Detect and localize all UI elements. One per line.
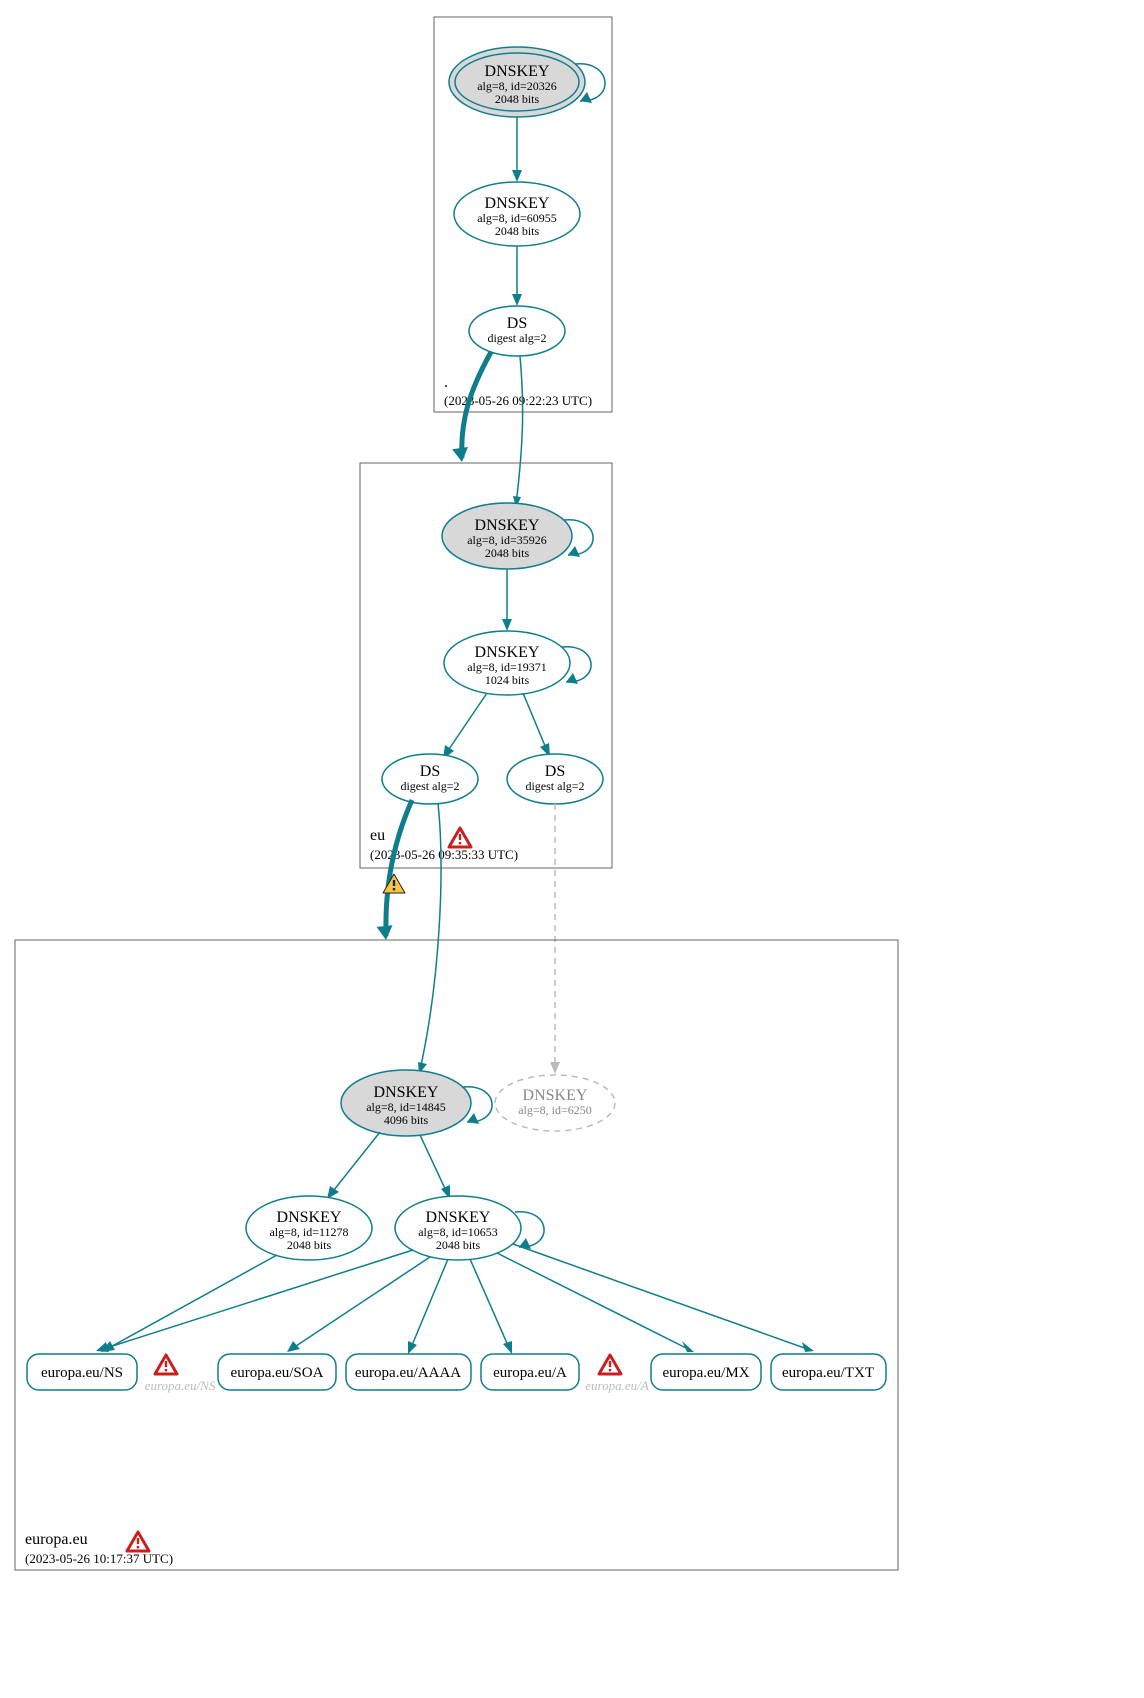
rrset-soa: europa.eu/SOA xyxy=(218,1354,336,1390)
warning-icon xyxy=(127,1532,149,1551)
svg-text:alg=8, id=14845: alg=8, id=14845 xyxy=(366,1100,446,1114)
zone-eu: eu (2023-05-26 09:35:33 UTC) DNSKEY alg=… xyxy=(360,463,612,868)
node-root-ksk-title: DNSKEY xyxy=(485,63,550,80)
svg-text:alg=8, id=10653: alg=8, id=10653 xyxy=(418,1225,498,1239)
rrset-ns: europa.eu/NS xyxy=(27,1354,137,1390)
svg-text:alg=8, id=19371: alg=8, id=19371 xyxy=(467,660,547,674)
svg-text:DNSKEY: DNSKEY xyxy=(485,195,550,212)
zone-europa-eu: europa.eu (2023-05-26 10:17:37 UTC) DNSK… xyxy=(15,940,898,1570)
svg-text:alg=8, id=20326: alg=8, id=20326 xyxy=(477,79,557,93)
node-europa-ghost: DNSKEY alg=8, id=6250 xyxy=(495,1075,615,1131)
svg-text:DNSKEY: DNSKEY xyxy=(523,1087,588,1104)
rrset-ghost-ns: europa.eu/NS xyxy=(145,1378,216,1393)
svg-text:digest alg=2: digest alg=2 xyxy=(400,779,459,793)
rrset-aaaa: europa.eu/AAAA xyxy=(346,1354,471,1390)
svg-text:europa.eu/AAAA: europa.eu/AAAA xyxy=(355,1365,461,1381)
node-europa-ksk: DNSKEY alg=8, id=14845 4096 bits xyxy=(341,1070,471,1136)
zone-eu-name: eu xyxy=(370,827,385,844)
svg-text:europa.eu/TXT: europa.eu/TXT xyxy=(782,1365,874,1381)
svg-text:alg=8, id=35926: alg=8, id=35926 xyxy=(467,533,547,547)
node-eu-zsk: DNSKEY alg=8, id=19371 1024 bits xyxy=(444,631,570,695)
warning-icon xyxy=(599,1355,621,1374)
svg-text:2048 bits: 2048 bits xyxy=(495,92,540,106)
rrset-mx: europa.eu/MX xyxy=(651,1354,761,1390)
node-eu-ds2: DS digest alg=2 xyxy=(507,754,603,804)
zone-europa-time: (2023-05-26 10:17:37 UTC) xyxy=(25,1551,173,1566)
node-eu-ds1: DS digest alg=2 xyxy=(382,754,478,804)
svg-text:DNSKEY: DNSKEY xyxy=(475,644,540,661)
node-root-zsk: DNSKEY alg=8, id=60955 2048 bits xyxy=(454,182,580,246)
node-europa-zsk2: DNSKEY alg=8, id=10653 2048 bits xyxy=(395,1196,521,1260)
zone-europa-name: europa.eu xyxy=(25,1531,88,1548)
svg-text:2048 bits: 2048 bits xyxy=(287,1238,332,1252)
node-root-ds: DS digest alg=2 xyxy=(469,306,565,356)
rrset-a: europa.eu/A xyxy=(481,1354,579,1390)
svg-text:2048 bits: 2048 bits xyxy=(495,224,540,238)
svg-text:europa.eu/SOA: europa.eu/SOA xyxy=(231,1365,324,1381)
svg-text:alg=8, id=11278: alg=8, id=11278 xyxy=(269,1225,348,1239)
svg-text:alg=8, id=6250: alg=8, id=6250 xyxy=(518,1103,592,1117)
svg-text:digest alg=2: digest alg=2 xyxy=(525,779,584,793)
svg-text:DS: DS xyxy=(420,763,440,780)
svg-text:4096 bits: 4096 bits xyxy=(384,1113,429,1127)
svg-text:europa.eu/A: europa.eu/A xyxy=(493,1365,567,1381)
svg-text:DS: DS xyxy=(507,315,527,332)
rrset-ghost-a: europa.eu/A xyxy=(585,1378,648,1393)
warning-icon xyxy=(449,828,471,847)
warning-icon xyxy=(155,1355,177,1374)
svg-text:1024 bits: 1024 bits xyxy=(485,673,530,687)
svg-text:2048 bits: 2048 bits xyxy=(436,1238,481,1252)
svg-text:DNSKEY: DNSKEY xyxy=(374,1084,439,1101)
svg-text:DS: DS xyxy=(545,763,565,780)
svg-text:europa.eu/MX: europa.eu/MX xyxy=(662,1365,749,1381)
node-europa-zsk1: DNSKEY alg=8, id=11278 2048 bits xyxy=(246,1196,372,1260)
rrset-txt: europa.eu/TXT xyxy=(771,1354,886,1390)
svg-text:DNSKEY: DNSKEY xyxy=(277,1209,342,1226)
svg-text:2048 bits: 2048 bits xyxy=(485,546,530,560)
svg-text:europa.eu/NS: europa.eu/NS xyxy=(41,1365,123,1381)
svg-text:DNSKEY: DNSKEY xyxy=(475,517,540,534)
zone-root: . (2023-05-26 09:22:23 UTC) DNSKEY alg=8… xyxy=(434,17,612,412)
node-root-ksk: DNSKEY alg=8, id=20326 2048 bits xyxy=(449,47,585,117)
dnssec-auth-graph: . (2023-05-26 09:22:23 UTC) DNSKEY alg=8… xyxy=(0,0,1144,1698)
node-eu-ksk: DNSKEY alg=8, id=35926 2048 bits xyxy=(442,503,572,569)
zone-root-name: . xyxy=(444,374,448,391)
svg-text:alg=8, id=60955: alg=8, id=60955 xyxy=(477,211,557,225)
svg-text:digest alg=2: digest alg=2 xyxy=(487,331,546,345)
svg-text:DNSKEY: DNSKEY xyxy=(426,1209,491,1226)
